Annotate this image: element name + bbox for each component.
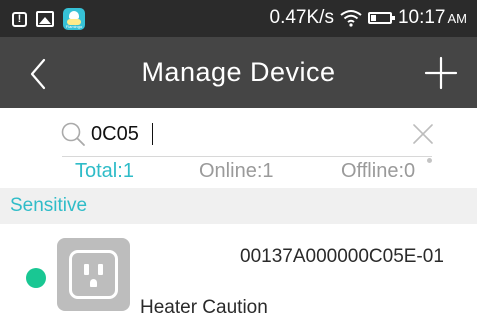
back-chevron-icon <box>30 58 46 90</box>
status-bar: ! Flamingo 0.47K/s 10:17 AM <box>0 0 477 37</box>
search-input[interactable] <box>91 119 391 149</box>
device-list-item[interactable]: 00137A000000C05E-01 Heater Caution <box>0 224 477 327</box>
group-label: Sensitive <box>10 195 88 216</box>
status-indicators: 0.47K/s 10:17 AM <box>270 6 467 30</box>
plus-icon <box>424 56 458 90</box>
clock-ampm: AM <box>447 10 468 26</box>
page-title: Manage Device <box>141 57 336 87</box>
add-device-button[interactable] <box>423 55 459 91</box>
alert-icon: ! <box>12 11 27 27</box>
clear-search-button[interactable] <box>412 123 434 145</box>
clock-time: 10:17 <box>397 7 446 28</box>
device-id: 00137A000000C05E-01 <box>240 246 444 267</box>
net-speed: 0.47K/s <box>269 7 334 28</box>
close-icon <box>413 124 433 144</box>
gallery-icon <box>36 11 54 27</box>
search-bar <box>60 116 440 156</box>
notification-icons: ! Flamingo <box>12 8 85 30</box>
power-outlet-icon <box>57 238 130 311</box>
back-button[interactable] <box>20 54 60 94</box>
tab-offline[interactable]: Offline:0 <box>341 160 415 183</box>
app-bar: Manage Device <box>0 37 477 108</box>
wifi-icon <box>340 10 362 27</box>
app-icon: Flamingo <box>63 8 85 30</box>
search-underline <box>62 156 432 157</box>
filter-tabs: Total:1 Online:1 Offline:0 <box>0 160 477 188</box>
app-icon-caption: Flamingo <box>65 24 83 29</box>
tab-total[interactable]: Total:1 <box>75 160 134 183</box>
battery-icon <box>367 12 395 24</box>
tab-total-label: Total: <box>75 160 123 182</box>
online-status-dot <box>26 268 46 288</box>
text-caret <box>152 123 153 145</box>
device-name: Heater Caution <box>140 297 268 318</box>
group-header: Sensitive <box>0 188 477 224</box>
search-icon <box>61 122 85 146</box>
tab-online[interactable]: Online:1 <box>199 160 274 183</box>
tab-total-count: 1 <box>122 160 134 182</box>
